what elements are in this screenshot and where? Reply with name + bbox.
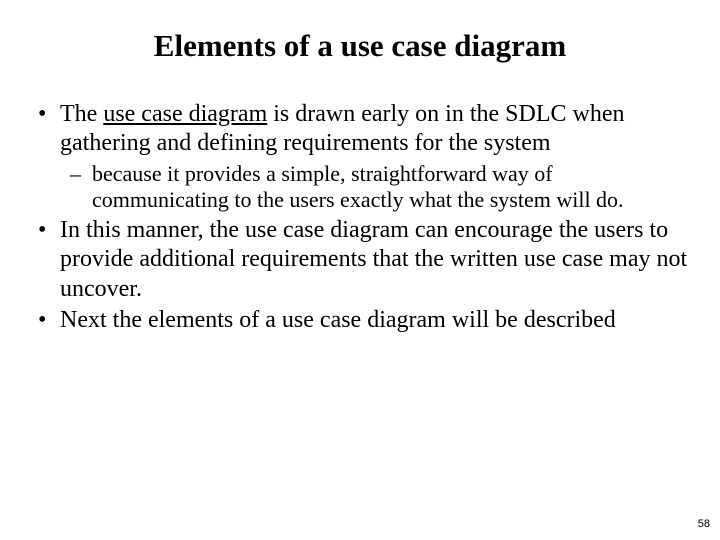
bullet-item: The use case diagram is drawn early on i… <box>30 100 690 159</box>
bullet-item: In this manner, the use case diagram can… <box>30 216 690 304</box>
slide-body: The use case diagram is drawn early on i… <box>30 100 690 335</box>
bullet-item: Next the elements of a use case diagram … <box>30 306 690 335</box>
bullet-text-underlined: use case diagram <box>103 101 267 127</box>
page-number: 58 <box>698 518 710 530</box>
slide-title: Elements of a use case diagram <box>30 28 690 64</box>
sub-bullet-item: because it provides a simple, straightfo… <box>30 161 690 215</box>
bullet-text-pre: The <box>60 101 103 127</box>
